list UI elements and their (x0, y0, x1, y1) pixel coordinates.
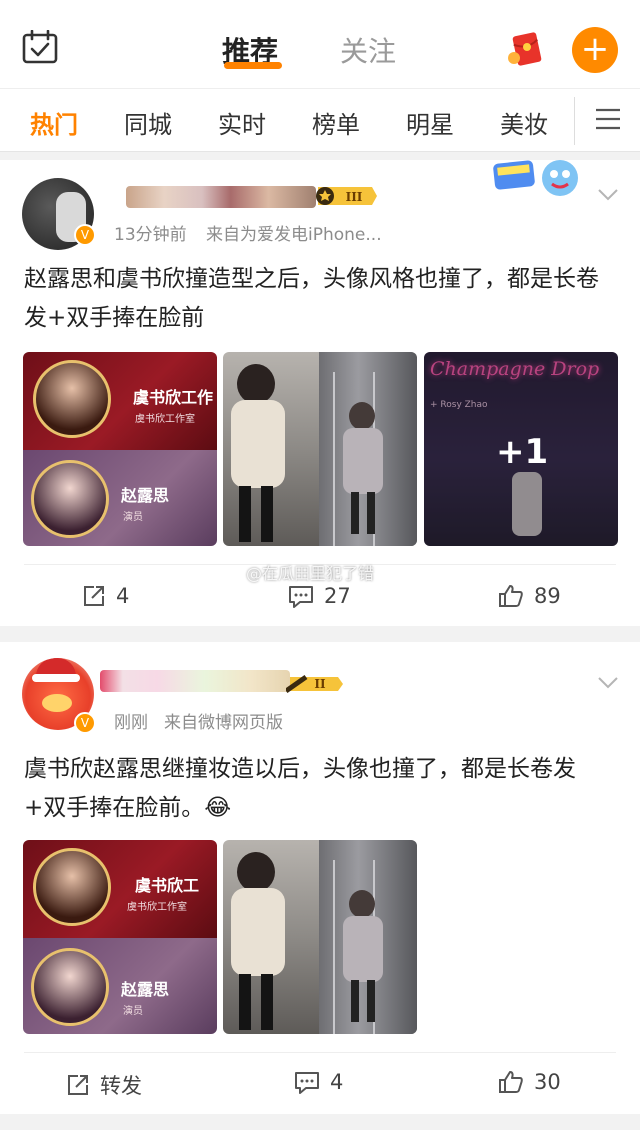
level-badge-text: II (314, 677, 326, 691)
post-image[interactable] (223, 352, 417, 546)
member-level-badge: III (316, 187, 377, 205)
repost-label: 转发 (100, 1074, 142, 1098)
post-source[interactable]: 来自为爱发电iPhone... (206, 220, 382, 245)
card-name: 赵露思 (121, 486, 170, 505)
category-hot[interactable]: 热门 (30, 105, 78, 140)
avatar (31, 460, 109, 538)
post-image[interactable]: Champagne Drop + Rosy Zhao +1 (424, 352, 618, 546)
red-packet-icon[interactable] (506, 28, 546, 68)
like-button[interactable]: 30 (498, 1070, 561, 1094)
like-count: 89 (534, 584, 561, 608)
divider (24, 1052, 616, 1053)
avatar (33, 848, 111, 926)
post-text: 赵露思和虞书欣撞造型之后，头像风格也撞了，都是长卷发+双手捧在脸前 (24, 266, 599, 331)
like-button[interactable]: 89 (498, 584, 561, 608)
card-name: 赵露思 (121, 980, 170, 999)
card-name: 虞书欣工作 (133, 388, 214, 407)
member-level-badge: II (286, 674, 343, 694)
repost-count: 4 (116, 584, 130, 608)
username[interactable] (100, 670, 290, 692)
category-star[interactable]: 明星 (406, 105, 454, 140)
repost-button[interactable]: 4 (82, 584, 129, 608)
post-image[interactable]: 虞书欣工 虞书欣工作室 赵露思 演员 (23, 840, 217, 1034)
repost-button[interactable]: 转发 (66, 1070, 142, 1100)
post-time: 13分钟前 (114, 225, 187, 245)
active-tab-indicator (224, 62, 282, 69)
post-card: V III 13分钟前 来自为爱发电iPhone... 赵露思和虞书欣撞造型之后… (0, 160, 640, 626)
action-bar: 转发 4 30 (0, 1056, 640, 1112)
comment-count: 4 (330, 1070, 344, 1094)
event-sticker-icon (493, 160, 578, 196)
post-text: 虞书欣赵露思继撞妆造以后，头像也撞了，都是长卷发+双手捧在脸前。😂 (24, 756, 576, 821)
post-time: 刚刚 (114, 713, 148, 733)
username[interactable] (126, 186, 316, 208)
tab-follow[interactable]: 关注 (340, 30, 396, 70)
level-badge-text: III (346, 190, 363, 204)
avatar (31, 948, 109, 1026)
post-image[interactable]: 虞书欣工作 虞书欣工作室 赵露思 演员 (23, 352, 217, 546)
menu-icon[interactable] (594, 107, 622, 131)
card-subtitle: 演员 (123, 1006, 143, 1017)
comment-count: 27 (324, 584, 351, 608)
top-bar: 推荐 关注 + (0, 0, 640, 88)
add-post-button[interactable]: + (572, 27, 618, 73)
comment-button[interactable]: 27 (288, 584, 351, 608)
category-realtime[interactable]: 实时 (218, 105, 266, 140)
post-source[interactable]: 来自微博网页版 (164, 708, 283, 733)
post-image[interactable] (223, 840, 417, 1034)
card-name: 虞书欣工 (135, 876, 200, 895)
category-bar: 热门 同城 实时 榜单 明星 美妆 (0, 88, 640, 152)
comment-icon (289, 586, 313, 608)
next-post-peek (0, 1130, 640, 1142)
chevron-down-icon[interactable] (597, 676, 619, 690)
like-count: 30 (534, 1070, 561, 1094)
card-subtitle: 虞书欣工作室 (127, 902, 187, 913)
category-rank[interactable]: 榜单 (312, 105, 360, 140)
calendar-check-icon[interactable] (22, 30, 58, 64)
watermark-text: @在瓜田里犯了错 (246, 564, 375, 583)
card-subtitle: 演员 (123, 512, 143, 523)
post-card: V II 刚刚 来自微博网页版 虞书欣赵露思继撞妆造以后，头像也撞了，都是长卷发… (0, 642, 640, 1114)
card-subtitle: 虞书欣工作室 (135, 414, 195, 425)
thumbs-up-icon (499, 1071, 523, 1093)
category-local[interactable]: 同城 (124, 105, 172, 140)
more-images-count: +1 (496, 432, 549, 472)
chevron-down-icon[interactable] (597, 188, 619, 202)
verified-badge-icon: V (74, 712, 96, 734)
share-icon (68, 1075, 88, 1095)
category-divider (574, 97, 575, 145)
comment-button[interactable]: 4 (294, 1070, 343, 1094)
thumbs-up-icon (499, 585, 523, 607)
verified-badge-icon: V (74, 224, 96, 246)
comment-icon (295, 1072, 319, 1094)
share-icon (84, 586, 104, 606)
avatar (33, 360, 111, 438)
category-beauty[interactable]: 美妆 (500, 105, 548, 140)
